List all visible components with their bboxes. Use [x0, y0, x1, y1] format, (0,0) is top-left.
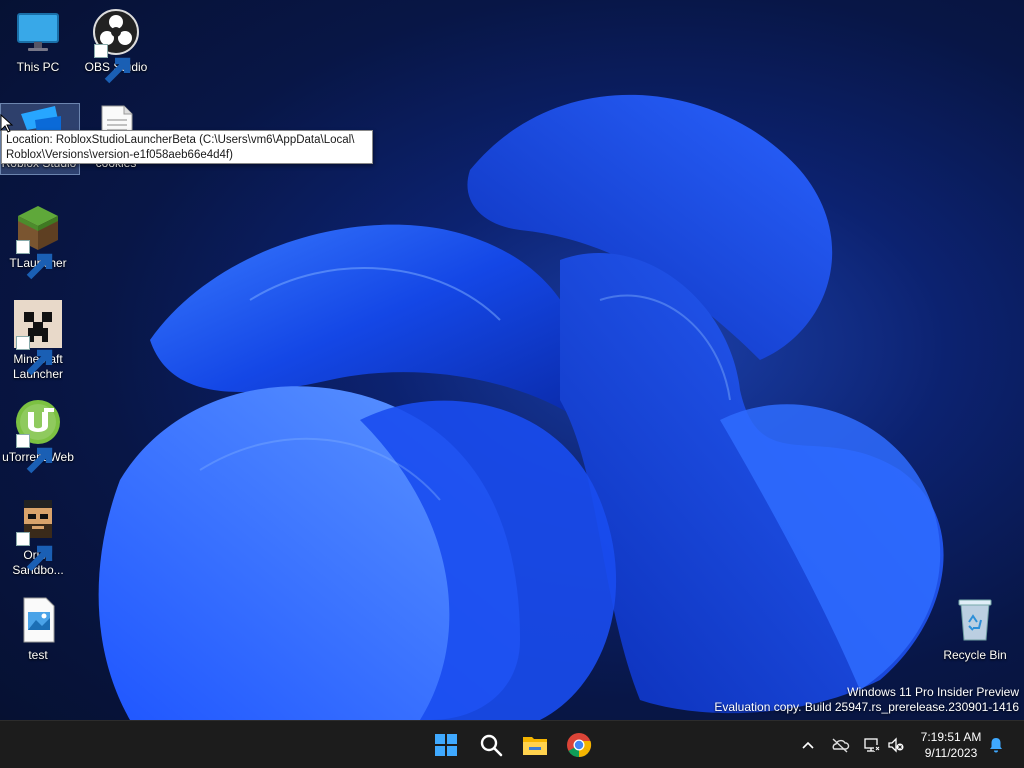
network-button[interactable] — [862, 735, 882, 755]
volume-button[interactable] — [886, 735, 906, 755]
search-button[interactable] — [475, 729, 507, 761]
chrome-icon — [567, 733, 592, 758]
onedrive-button[interactable] — [830, 735, 850, 755]
creeper-icon — [14, 300, 62, 376]
desktop-icon-recycle-bin[interactable]: Recycle Bin — [937, 596, 1013, 663]
desktop-icon-label: This PC — [16, 60, 60, 74]
start-button[interactable] — [430, 729, 462, 761]
utorrent-icon — [14, 398, 62, 474]
clock-date: 9/11/2023 — [924, 746, 978, 760]
clock[interactable]: 7:19:51 AM 9/11/2023 — [916, 729, 986, 761]
tooltip-line-2: Roblox\Versions\version-e1f058aeb66e4d4f… — [6, 149, 233, 161]
mouse-cursor-icon — [0, 114, 14, 133]
desktop-icon-minecraft-launcher[interactable]: Minecraft Launcher — [0, 300, 76, 382]
windows-watermark: Windows 11 Pro Insider Preview Evaluatio… — [714, 685, 1019, 715]
taskbar: 7:19:51 AM 9/11/2023 — [0, 720, 1024, 768]
clock-time: 7:19:51 AM — [920, 730, 982, 744]
desktop-icon-tlauncher[interactable]: TLauncher — [0, 204, 76, 280]
desktop-icon-test[interactable]: test — [0, 596, 76, 663]
notification-bell-icon — [990, 738, 1002, 753]
chrome-button[interactable] — [563, 729, 595, 761]
show-hidden-icons-button[interactable] — [798, 735, 818, 755]
file-explorer-icon — [523, 737, 547, 755]
shortcut-arrow-icon — [16, 336, 53, 376]
shortcut-arrow-icon — [16, 240, 53, 280]
monitor-icon — [14, 8, 62, 56]
search-icon — [480, 734, 503, 757]
shortcut-arrow-icon — [16, 532, 53, 572]
grass-block-icon — [14, 204, 62, 280]
desktop-icon-label: test — [28, 648, 48, 662]
volume-muted-icon — [888, 737, 904, 753]
tooltip-line-1: Location: RobloxStudioLauncherBeta (C:\U… — [6, 134, 355, 146]
image-file-icon — [14, 596, 62, 644]
location-tooltip: Location: RobloxStudioLauncherBeta (C:\U… — [1, 130, 373, 164]
desktop-icon-utorrent-web[interactable]: uTorrent Web — [0, 398, 76, 474]
shortcut-arrow-icon — [16, 434, 53, 474]
shortcut-arrow-icon — [94, 44, 131, 84]
notifications-button[interactable] — [986, 735, 1006, 755]
orion-sandbox-icon — [14, 496, 62, 572]
desktop-icon-this-pc[interactable]: This PC — [0, 8, 76, 75]
file-explorer-button[interactable] — [519, 729, 551, 761]
desktop-icon-orion-sandbox[interactable]: Orion Sandbo... — [0, 496, 76, 578]
chevron-up-icon — [802, 741, 814, 749]
start-icon — [435, 734, 457, 756]
network-icon — [864, 738, 880, 752]
onedrive-icon — [832, 738, 850, 753]
desktop-icon-label: Recycle Bin — [943, 648, 1007, 662]
obs-icon — [92, 8, 140, 84]
watermark-edition: Windows 11 Pro Insider Preview — [847, 685, 1019, 699]
recycle-bin-icon — [951, 596, 999, 644]
desktop-icon-obs-studio[interactable]: OBS Studio — [78, 8, 154, 84]
watermark-build: Evaluation copy. Build 25947.rs_prerelea… — [714, 700, 1019, 714]
